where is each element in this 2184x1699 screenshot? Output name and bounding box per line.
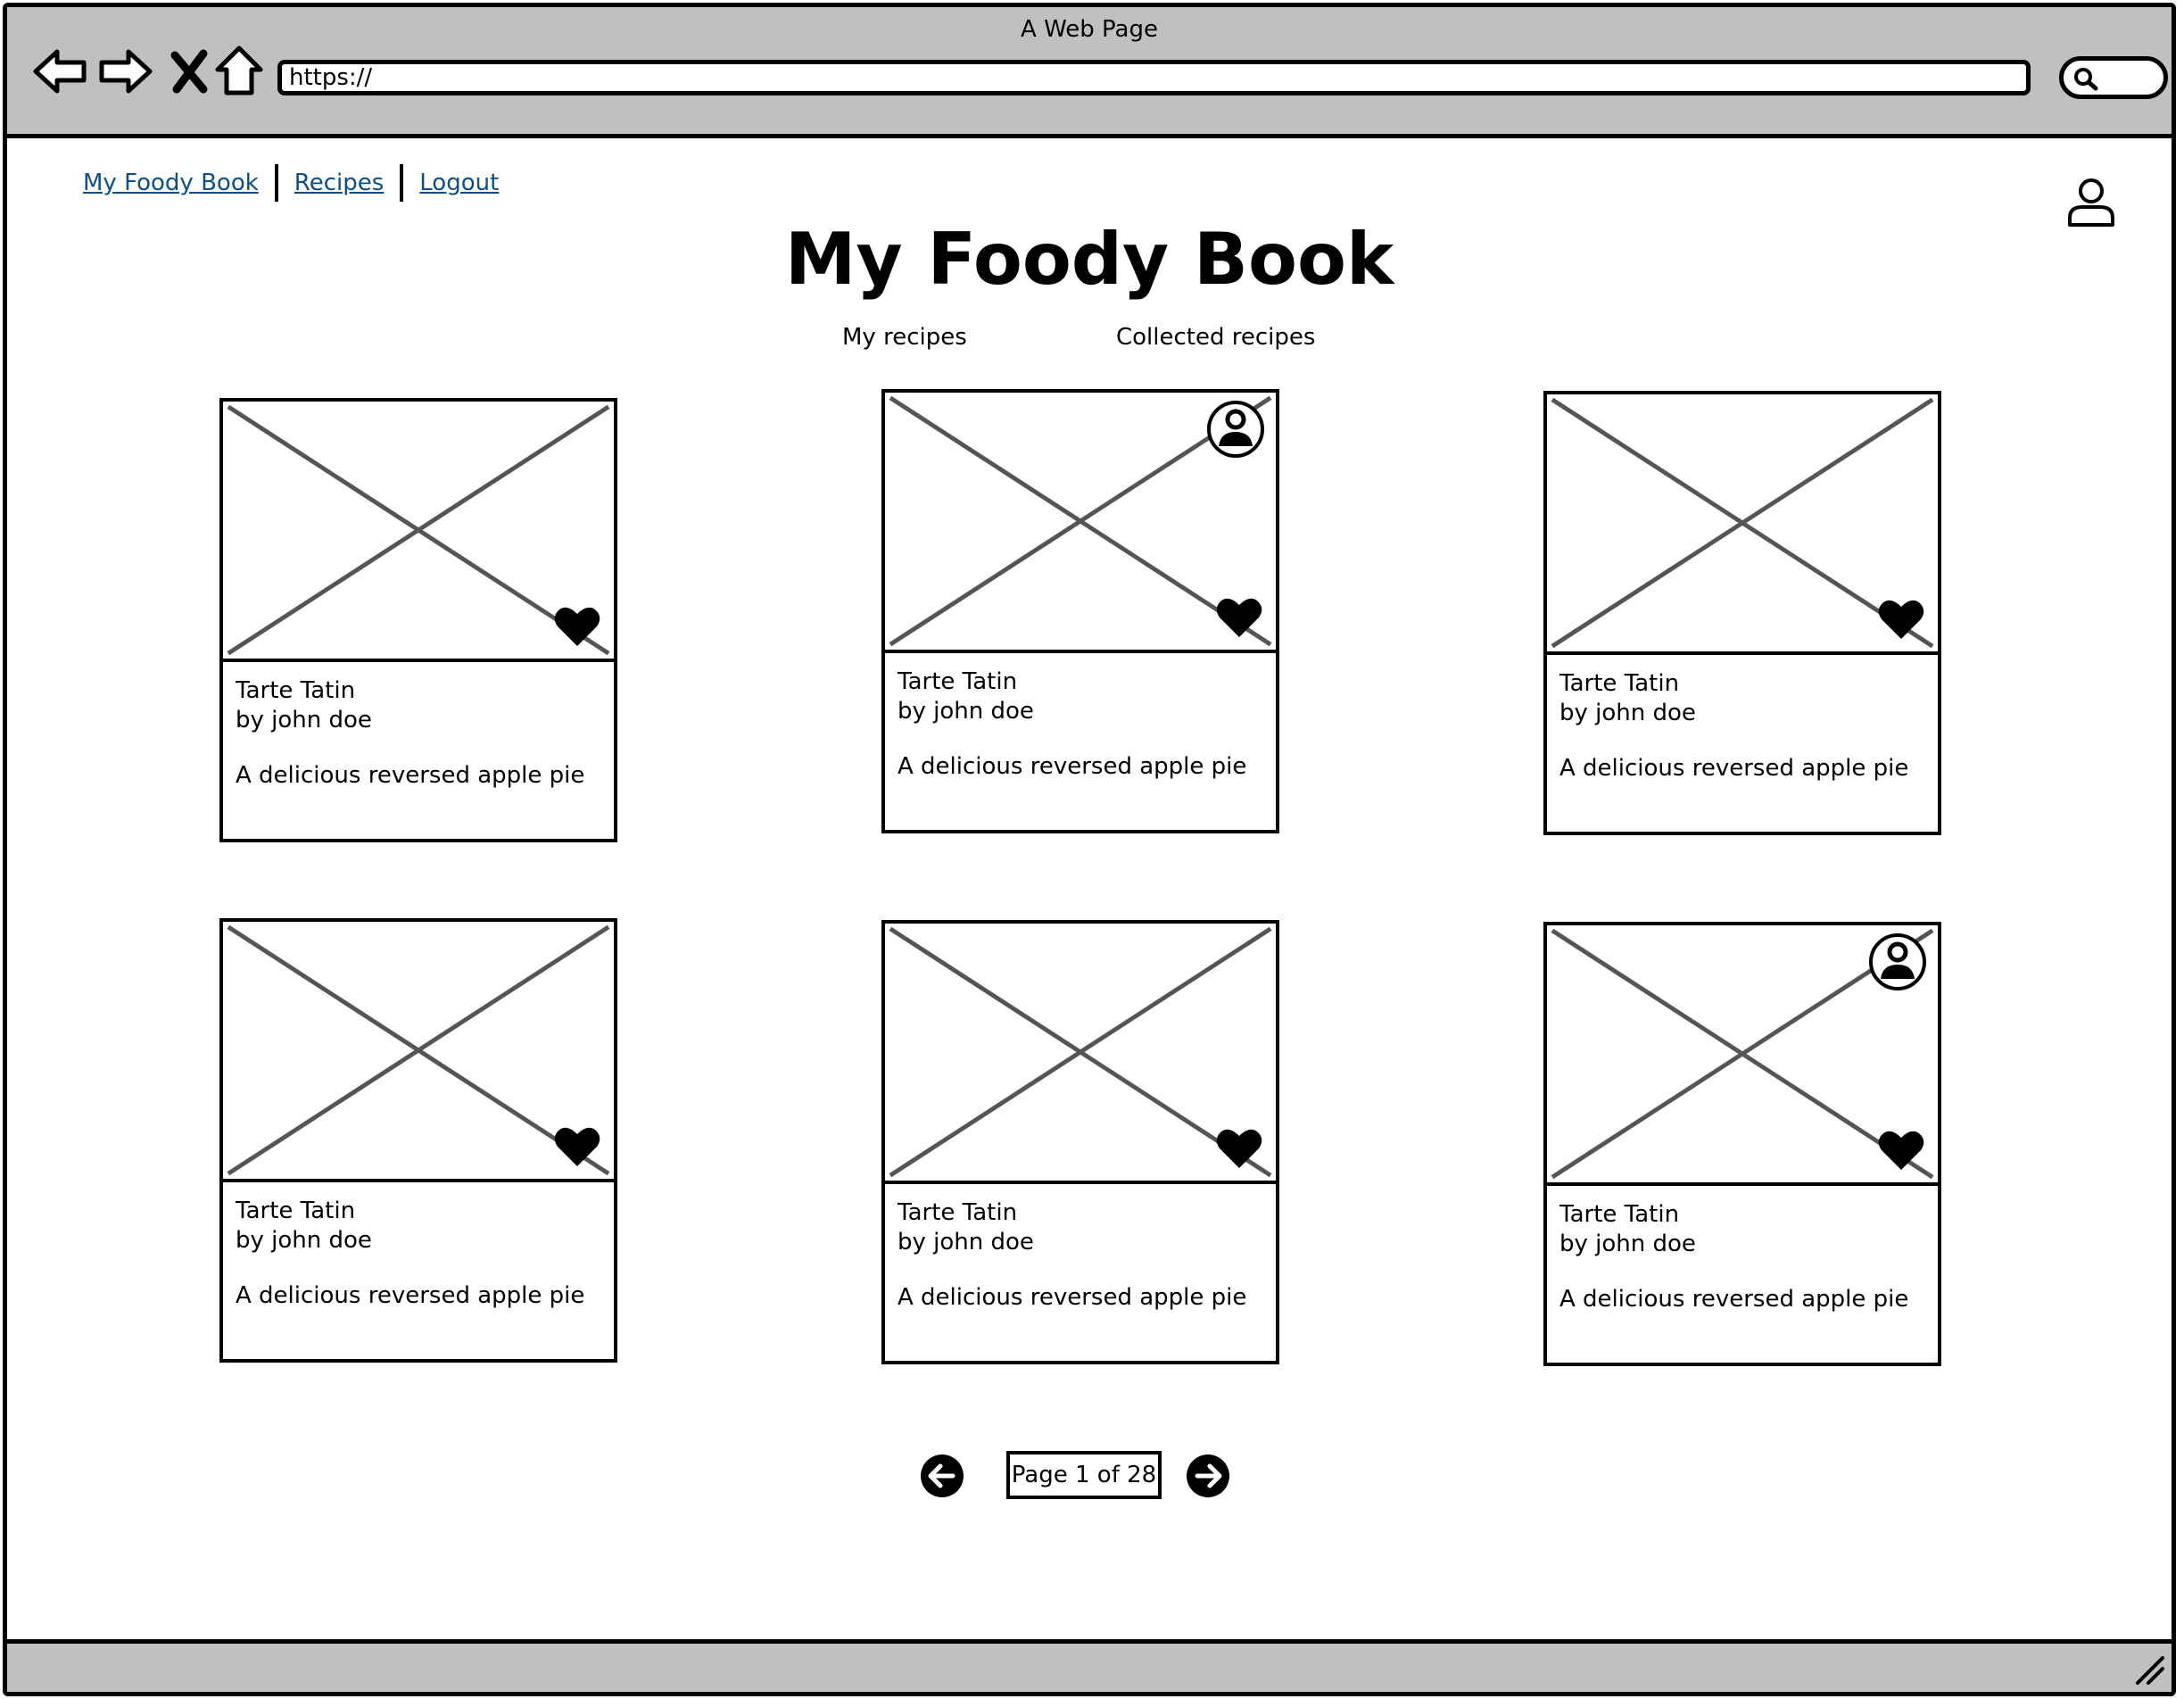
search-icon: [2074, 68, 2098, 91]
recipe-title: Tarte Tatin: [1559, 670, 1680, 697]
browser-chrome: A Web Page: [7, 7, 2172, 138]
recipe-author: by john doe: [898, 1229, 1034, 1256]
recipe-title: Tarte Tatin: [898, 1199, 1018, 1226]
author-avatar-icon: [1207, 401, 1264, 458]
author-avatar-icon: [1869, 933, 1926, 990]
recipe-image-placeholder: [219, 398, 617, 662]
recipe-card[interactable]: Tarte Tatin by john doe A delicious revers…: [1543, 391, 1941, 837]
recipe-description: A delicious reversed apple pie: [898, 753, 1247, 780]
tab-my-recipes[interactable]: My recipes: [842, 324, 967, 351]
recipe-info: Tarte Tatin by john doe A delicious revers…: [219, 1179, 617, 1363]
recipe-author: by john doe: [1559, 1231, 1696, 1257]
recipe-image-placeholder: [881, 389, 1279, 653]
recipe-image-placeholder: [1543, 391, 1941, 655]
nav-link-logout[interactable]: Logout: [419, 170, 499, 196]
recipe-description: A delicious reversed apple pie: [1559, 1286, 1909, 1313]
recipe-card[interactable]: Tarte Tatin by john doe A delicious revers…: [1543, 922, 1941, 1368]
recipe-description: A delicious reversed apple pie: [236, 1282, 585, 1309]
nav-link-recipes[interactable]: Recipes: [294, 170, 384, 196]
window-title: A Web Page: [1021, 16, 1158, 43]
recipe-author: by john doe: [898, 698, 1034, 725]
recipe-card[interactable]: Tarte Tatin by john doe A delicious revers…: [219, 918, 617, 1364]
heart-icon[interactable]: [1877, 1129, 1925, 1172]
recipe-image-placeholder: [1543, 922, 1941, 1186]
recipe-card[interactable]: Tarte Tatin by john doe A delicious revers…: [881, 920, 1279, 1366]
recipe-title: Tarte Tatin: [898, 668, 1018, 695]
recipe-title: Tarte Tatin: [236, 1198, 356, 1224]
back-arrow-icon[interactable]: [32, 43, 89, 100]
status-bar: [7, 1639, 2172, 1692]
arrow-right-icon[interactable]: [1185, 1453, 1231, 1499]
recipe-description: A delicious reversed apple pie: [236, 762, 585, 789]
recipe-author: by john doe: [236, 707, 372, 733]
recipe-info: Tarte Tatin by john doe A delicious revers…: [881, 650, 1279, 833]
heart-icon[interactable]: [1877, 598, 1925, 641]
top-navigation: My Foody Book Recipes Logout: [83, 164, 499, 202]
recipe-author: by john doe: [1559, 700, 1696, 726]
tab-collected-recipes[interactable]: Collected recipes: [1116, 324, 1315, 351]
recipe-info: Tarte Tatin by john doe A delicious revers…: [1543, 1182, 1941, 1366]
recipe-card[interactable]: Tarte Tatin by john doe A delicious revers…: [219, 398, 617, 844]
recipe-image-placeholder: [219, 918, 617, 1182]
page-indicator: Page 1 of 28: [1006, 1451, 1162, 1499]
page-title: My Foody Book: [784, 218, 1394, 301]
close-icon[interactable]: [161, 43, 218, 100]
recipe-info: Tarte Tatin by john doe A delicious revers…: [881, 1181, 1279, 1364]
recipe-image-placeholder: [881, 920, 1279, 1184]
recipe-author: by john doe: [236, 1227, 372, 1254]
recipe-title: Tarte Tatin: [236, 677, 356, 704]
browser-search-field[interactable]: [2059, 56, 2168, 99]
recipe-description: A delicious reversed apple pie: [1559, 755, 1909, 782]
arrow-left-icon[interactable]: [919, 1453, 965, 1499]
address-bar[interactable]: [277, 60, 2031, 95]
heart-icon[interactable]: [1215, 1127, 1263, 1170]
nav-link-my-foody-book[interactable]: My Foody Book: [83, 170, 259, 196]
heart-icon[interactable]: [1215, 596, 1263, 639]
nav-separator: [274, 164, 278, 202]
recipe-card[interactable]: Tarte Tatin by john doe A delicious revers…: [881, 389, 1279, 835]
recipe-info: Tarte Tatin by john doe A delicious revers…: [1543, 651, 1941, 835]
browser-window: A Web Page My Foody Book Recipes Logout: [3, 3, 2176, 1696]
forward-arrow-icon[interactable]: [96, 43, 153, 100]
heart-icon[interactable]: [553, 605, 601, 648]
nav-separator: [400, 164, 404, 202]
recipe-info: Tarte Tatin by john doe A delicious revers…: [219, 659, 617, 842]
home-icon[interactable]: [211, 43, 268, 100]
heart-icon[interactable]: [553, 1125, 601, 1168]
recipe-title: Tarte Tatin: [1559, 1201, 1680, 1228]
recipe-description: A delicious reversed apple pie: [898, 1284, 1247, 1311]
resize-handle-icon[interactable]: [2130, 1651, 2166, 1687]
